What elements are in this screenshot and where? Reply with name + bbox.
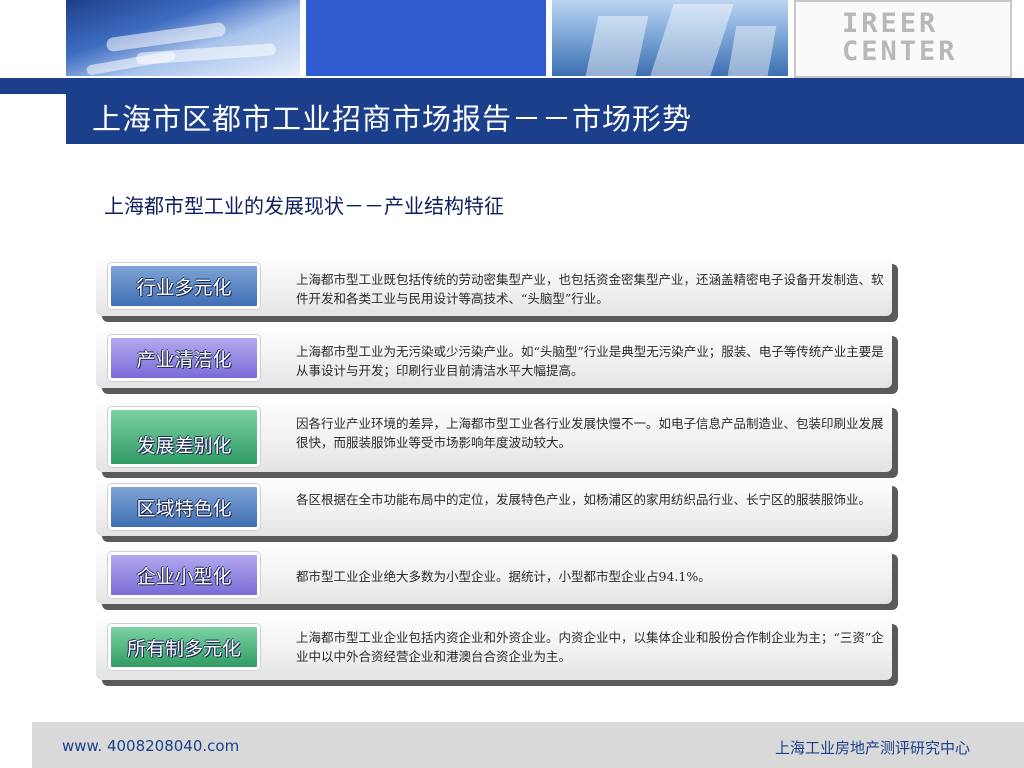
feature-description: 都市型工业企业绝大多数为小型企业。据统计，小型都市型企业占94.1%。 xyxy=(296,569,711,584)
logo-line-2: CENTER xyxy=(842,36,958,67)
footer: www. 4008208040.com 上海工业房地产测评研究中心 xyxy=(32,722,1024,768)
feature-tag: 区域特色化 xyxy=(108,484,260,530)
feature-tag-label: 产业清洁化 xyxy=(136,348,232,371)
feature-description: 上海都市型工业企业包括内资企业和外资企业。内资企业中，以集体企业和股份合作制企业… xyxy=(296,630,884,664)
feature-tag: 行业多元化 xyxy=(108,263,260,309)
feature-tag: 发展差别化 xyxy=(108,407,260,467)
feature-tag-label: 发展差别化 xyxy=(136,435,232,457)
feature-row-6: 所有制多元化 上海都市型工业企业包括内资企业和外资企业。内资企业中，以集体企业和… xyxy=(96,618,892,680)
feature-tag: 所有制多元化 xyxy=(108,624,260,670)
feature-row-1: 行业多元化 上海都市型工业既包括传统的劳动密集型产业，也包括资金密集型产业，还涵… xyxy=(96,258,892,316)
logo-line-1: IREER xyxy=(842,8,939,39)
feature-tag-label: 区域特色化 xyxy=(136,497,232,520)
page-title: 上海市区都市工业招商市场报告－－市场形势 xyxy=(92,102,693,136)
skyscraper-photo xyxy=(552,0,788,76)
footer-organization: 上海工业房地产测评研究中心 xyxy=(774,739,970,757)
feature-tag-label: 行业多元化 xyxy=(136,276,232,299)
feature-tag-label: 所有制多元化 xyxy=(126,637,241,660)
feature-description: 因各行业产业环境的差异，上海都市型工业各行业发展快慢不一。如电子信息产品制造业、… xyxy=(296,416,884,450)
section-subtitle: 上海都市型工业的发展现状－－产业结构特征 xyxy=(104,194,504,218)
feature-row-4: 区域特色化 各区根据在全市功能布局中的定位，发展特色产业，如杨浦区的家用纺织品行… xyxy=(96,480,892,536)
feature-tag: 企业小型化 xyxy=(108,552,260,598)
feature-tag: 产业清洁化 xyxy=(108,335,260,381)
ireer-logo: IREER CENTER xyxy=(794,0,1012,78)
feature-row-2: 产业清洁化 上海都市型工业为无污染或少污染产业。如“头脑型”行业是典型无污染产业… xyxy=(96,330,892,388)
keyboard-hands-photo xyxy=(66,0,300,76)
footer-website: www. 4008208040.com xyxy=(62,737,240,755)
blue-panel xyxy=(306,0,546,76)
feature-description: 各区根据在全市功能布局中的定位，发展特色产业，如杨浦区的家用纺织品行业、长宁区的… xyxy=(296,492,872,507)
top-banner: IREER CENTER xyxy=(0,0,1024,78)
feature-row-5: 企业小型化 都市型工业企业绝大多数为小型企业。据统计，小型都市型企业占94.1%… xyxy=(96,548,892,604)
title-bar-notch xyxy=(0,94,66,144)
feature-tag-label: 企业小型化 xyxy=(136,565,232,588)
feature-row-3: 发展差别化 因各行业产业环境的差异，上海都市型工业各行业发展快慢不一。如电子信息… xyxy=(96,402,892,472)
feature-description: 上海都市型工业为无污染或少污染产业。如“头脑型”行业是典型无污染产业；服装、电子… xyxy=(296,344,884,378)
feature-description: 上海都市型工业既包括传统的劳动密集型产业，也包括资金密集型产业，还涵盖精密电子设… xyxy=(296,272,884,306)
